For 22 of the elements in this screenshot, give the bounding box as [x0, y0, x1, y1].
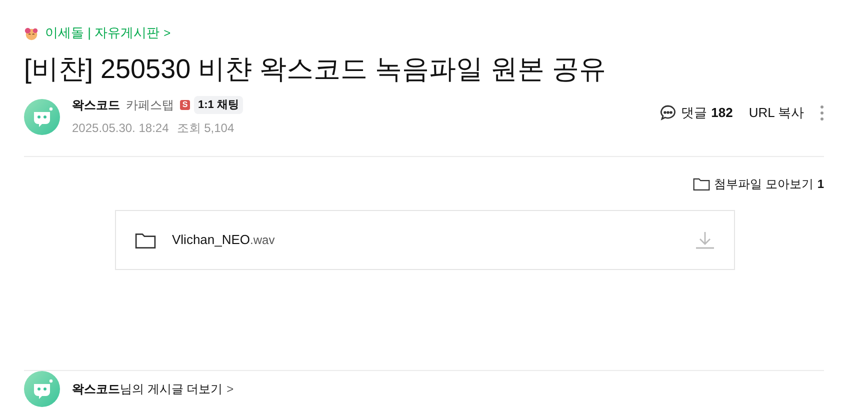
chat-button[interactable]: 1:1 채팅: [194, 96, 243, 114]
attachments-button[interactable]: 첨부파일 모아보기 1: [692, 175, 824, 193]
download-icon[interactable]: [695, 230, 715, 250]
staff-badge: S: [180, 100, 190, 110]
file-card[interactable]: Vlichan_NEO.wav: [115, 210, 735, 270]
avatar-icon: [24, 98, 60, 134]
folder-icon: [135, 232, 156, 248]
avatar-icon: [24, 371, 60, 407]
character-icon: [24, 26, 39, 40]
more-posts-link[interactable]: 왁스코드님의 게시글 더보기 >: [72, 380, 234, 398]
folder-icon: [692, 177, 710, 191]
post-date: 2025.05.30. 18:24: [72, 120, 169, 137]
file-name: Vlichan_NEO: [172, 231, 250, 250]
speech-bubble-icon: [659, 104, 678, 122]
copy-url-button[interactable]: URL 복사: [748, 102, 804, 122]
author-name[interactable]: 왁스코드: [72, 96, 120, 114]
view-count: 조회 5,104: [176, 120, 234, 137]
more-icon[interactable]: [820, 104, 824, 120]
post-title: [비챤] 250530 비챤 왁스코드 녹음파일 원본 공유: [24, 53, 608, 86]
author-rank: 카페스탭: [126, 97, 174, 114]
comments-button[interactable]: 댓글 182: [659, 102, 733, 122]
file-extension: .wav: [250, 232, 275, 250]
